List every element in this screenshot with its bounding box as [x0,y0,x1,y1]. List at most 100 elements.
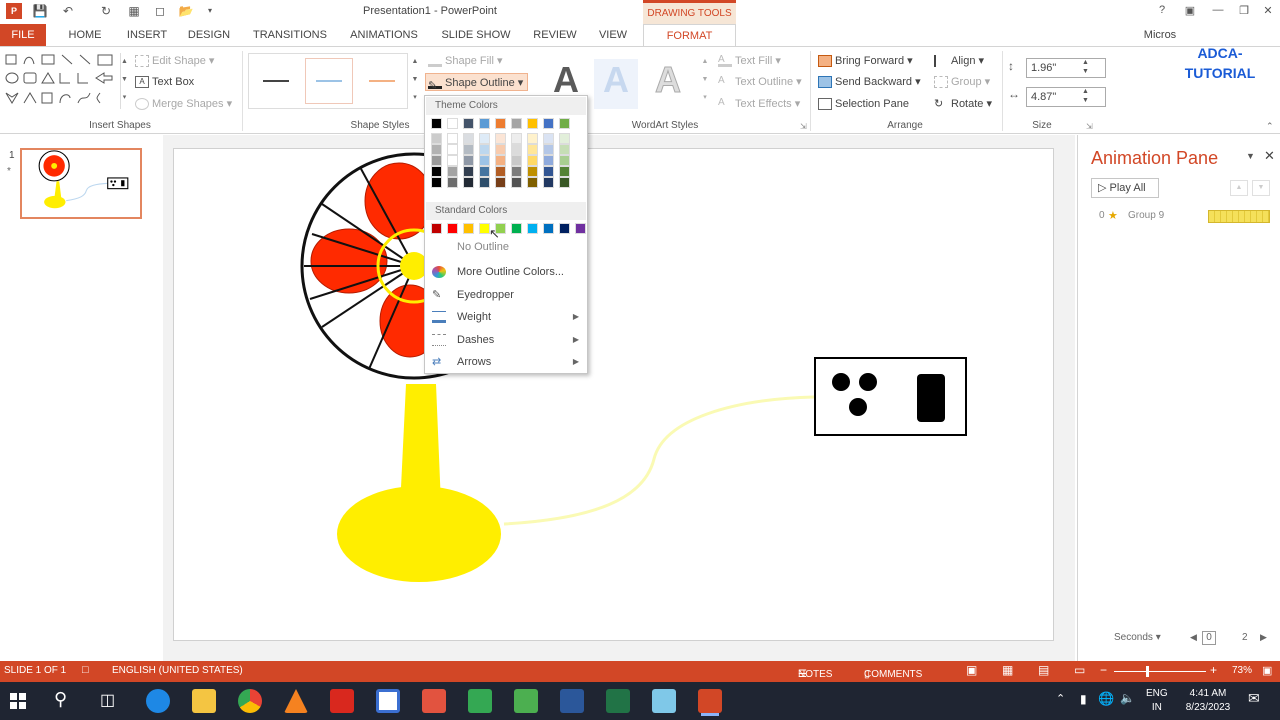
zoom-level[interactable]: 73% [1232,665,1252,676]
theme-color-swatch[interactable] [495,155,506,166]
vlc-icon[interactable] [284,689,308,713]
tab-transitions[interactable]: TRANSITIONS [250,24,330,46]
timeline-start[interactable]: 0 [1202,631,1216,645]
theme-color-swatch[interactable] [463,177,474,188]
search-icon[interactable]: ⚲ [54,689,67,710]
theme-color-swatch[interactable] [447,144,458,155]
play-all-button[interactable]: ▷ Play All [1091,178,1159,198]
theme-color-swatch[interactable] [495,166,506,177]
theme-color-swatch[interactable] [511,166,522,177]
zoom-slider[interactable] [1114,671,1206,672]
theme-color-swatch[interactable] [495,118,506,129]
theme-color-swatch[interactable] [447,166,458,177]
selection-pane-button[interactable]: Selection Pane [818,95,909,113]
text-box-button[interactable]: A Text Box [135,73,194,91]
theme-color-swatch[interactable] [479,166,490,177]
standard-color-swatch[interactable] [527,223,538,234]
tab-home[interactable]: HOME [62,24,108,46]
theme-color-swatch[interactable] [447,133,458,144]
theme-color-swatch[interactable] [495,144,506,155]
standard-color-swatch[interactable] [431,223,442,234]
no-outline-item[interactable]: No Outline [426,236,586,258]
theme-color-swatch[interactable] [543,144,554,155]
text-effects-button[interactable]: A Text Effects ▾ [718,95,800,113]
theme-color-swatch[interactable] [543,155,554,166]
height-spinner-icon[interactable]: ▲ ▼ [1082,58,1089,76]
tab-format[interactable]: FORMAT [643,24,736,46]
network-icon[interactable]: 🌐 [1098,691,1114,707]
standard-color-swatch[interactable] [543,223,554,234]
theme-color-swatch[interactable] [527,177,538,188]
merge-shapes-button[interactable]: Merge Shapes ▾ [135,95,232,113]
wordart-more-icon[interactable]: ▲ ▼ ▾ [700,53,710,109]
windows-start-icon[interactable] [10,693,26,709]
shapes-gallery-more-icon[interactable]: ▲ ▼ ▾ [120,53,128,109]
acrobat-icon[interactable] [330,689,354,713]
fan-power-cord[interactable] [503,395,815,526]
theme-color-swatch[interactable] [447,177,458,188]
clock[interactable]: 4:41 AM 8/23/2023 [1178,687,1238,715]
wordart-dialog-launcher-icon[interactable]: ⇲ [800,122,807,131]
standard-color-swatch[interactable] [559,223,570,234]
theme-color-swatch[interactable] [431,118,442,129]
task-view-icon[interactable]: ◫ [100,690,115,710]
theme-color-swatch[interactable] [431,166,442,177]
move-down-icon[interactable]: ▼ [1252,180,1270,196]
slideshow-view-icon[interactable]: ▭ [1074,663,1085,677]
theme-color-swatch[interactable] [431,177,442,188]
shape-fill-button[interactable]: Shape Fill ▾ [428,52,503,70]
tab-review[interactable]: REVIEW [528,24,582,46]
theme-color-swatch[interactable] [495,133,506,144]
theme-color-swatch[interactable] [431,144,442,155]
tab-view[interactable]: VIEW [594,24,632,46]
tab-slide-show[interactable]: SLIDE SHOW [438,24,514,46]
theme-color-swatch[interactable] [463,118,474,129]
tab-file[interactable]: FILE [0,24,46,46]
theme-color-swatch[interactable] [463,133,474,144]
style-swatch-3[interactable] [359,58,405,104]
power-socket[interactable] [814,357,967,436]
theme-color-swatch[interactable] [511,177,522,188]
send-backward-button[interactable]: Send Backward ▾ [818,73,921,91]
timeline-right-icon[interactable]: ▶ [1260,632,1267,643]
minimize-button[interactable]: — [1208,4,1228,20]
style-swatch-1[interactable] [253,58,299,104]
theme-color-swatch[interactable] [479,177,490,188]
theme-color-swatch[interactable] [543,133,554,144]
restore-button[interactable]: ❐ [1234,4,1254,20]
theme-color-swatch[interactable] [527,118,538,129]
theme-color-swatch[interactable] [463,166,474,177]
reading-view-icon[interactable]: ▤ [1038,663,1049,677]
standard-color-swatch[interactable] [511,223,522,234]
weight-item[interactable]: Weight ▶ [426,306,586,328]
slide-thumbnail[interactable] [20,148,142,219]
shape-icons[interactable] [4,53,122,109]
shapes-gallery[interactable] [4,53,122,109]
theme-color-swatch[interactable] [559,144,570,155]
edge-icon[interactable] [146,689,170,713]
fit-slide-icon[interactable]: ▣ [1262,664,1272,677]
corel-green-icon[interactable] [468,689,492,713]
timing-bar[interactable] [1208,210,1270,223]
tray-chevron-icon[interactable]: ⌃ [1056,692,1065,705]
tab-insert[interactable]: INSERT [122,24,172,46]
close-button[interactable]: ✕ [1258,4,1278,20]
shape-styles-more-icon[interactable]: ▲ ▼ ▾ [409,53,421,109]
word-icon[interactable] [560,689,584,713]
app-icon[interactable] [376,689,400,713]
move-up-icon[interactable]: ▲ [1230,180,1248,196]
theme-color-swatch[interactable] [495,177,506,188]
theme-color-swatch[interactable] [543,177,554,188]
theme-color-swatch[interactable] [431,133,442,144]
theme-color-swatch[interactable] [463,155,474,166]
theme-color-swatch[interactable] [559,166,570,177]
powerpoint-taskbar-icon[interactable] [698,689,722,713]
theme-color-swatch[interactable] [447,155,458,166]
volume-icon[interactable]: 🔈 [1120,691,1135,705]
theme-color-swatch[interactable] [559,133,570,144]
dashes-item[interactable]: Dashes ▶ [426,329,586,351]
spellcheck-icon[interactable]: □ [82,664,89,676]
wordart-style-3[interactable]: A [646,59,690,101]
text-fill-button[interactable]: A Text Fill ▾ [718,52,781,70]
shape-height-input[interactable]: 1.96" [1026,58,1106,78]
